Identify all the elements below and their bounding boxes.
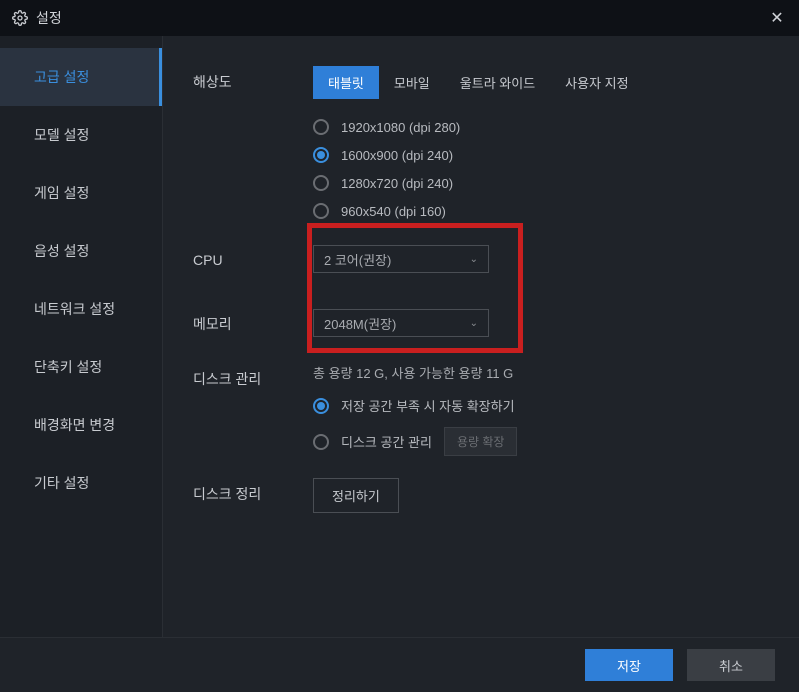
titlebar-left: 설정 (12, 8, 62, 28)
gear-icon (12, 10, 28, 26)
sidebar-item-label: 모델 설정 (34, 125, 89, 145)
resolution-option-1080[interactable]: 1920x1080 (dpi 280) (313, 119, 759, 135)
radio-label: 1280x720 (dpi 240) (341, 176, 453, 191)
radio-icon (313, 434, 329, 450)
memory-controls: 2048M(권장) ⌄ (313, 305, 489, 337)
radio-label: 디스크 공간 관리 (341, 432, 432, 451)
sidebar-item-advanced[interactable]: 고급 설정 (0, 48, 162, 106)
sidebar-item-other[interactable]: 기타 설정 (0, 454, 162, 512)
memory-label: 메모리 (193, 308, 313, 334)
disk-option-manage-row: 디스크 공간 관리 용량 확장 (313, 427, 759, 456)
cpu-select[interactable]: 2 코어(권장) ⌄ (313, 245, 489, 273)
tab-mobile[interactable]: 모바일 (379, 66, 445, 99)
sidebar-item-label: 배경화면 변경 (34, 415, 115, 435)
memory-select-value: 2048M(권장) (324, 314, 396, 333)
memory-row: 메모리 2048M(권장) ⌄ (193, 305, 759, 337)
disk-info: 총 용량 12 G, 사용 가능한 용량 11 G (313, 363, 759, 382)
radio-label: 960x540 (dpi 160) (341, 204, 446, 219)
cpu-select-value: 2 코어(권장) (324, 250, 391, 269)
tab-ultrawide[interactable]: 울트라 와이드 (445, 66, 550, 99)
resolution-tabs: 태블릿 모바일 울트라 와이드 사용자 지정 (313, 66, 759, 99)
cpu-label: CPU (193, 246, 313, 268)
close-button[interactable]: ✕ (767, 8, 787, 28)
resolution-option-540[interactable]: 960x540 (dpi 160) (313, 203, 759, 219)
sidebar-item-wallpaper[interactable]: 배경화면 변경 (0, 396, 162, 454)
cancel-button[interactable]: 취소 (687, 649, 775, 681)
sidebar-item-audio[interactable]: 음성 설정 (0, 222, 162, 280)
sidebar-item-label: 네트워크 설정 (34, 299, 115, 319)
disk-option-autoexpand[interactable]: 저장 공간 부족 시 자동 확장하기 (313, 396, 759, 415)
tab-tablet[interactable]: 태블릿 (313, 66, 379, 99)
radio-icon (313, 175, 329, 191)
save-button[interactable]: 저장 (585, 649, 673, 681)
titlebar: 설정 ✕ (0, 0, 799, 36)
memory-select[interactable]: 2048M(권장) ⌄ (313, 309, 489, 337)
sidebar-item-label: 기타 설정 (34, 473, 89, 493)
cleanup-row: 디스크 정리 정리하기 (193, 478, 759, 513)
sidebar: 고급 설정 모델 설정 게임 설정 음성 설정 네트워크 설정 단축키 설정 배… (0, 36, 163, 637)
radio-icon (313, 203, 329, 219)
window-title: 설정 (36, 8, 62, 28)
cpu-row: CPU 2 코어(권장) ⌄ (193, 241, 759, 273)
radio-icon (313, 119, 329, 135)
cleanup-label: 디스크 정리 (193, 478, 313, 504)
sidebar-item-label: 음성 설정 (34, 241, 89, 261)
sidebar-item-model[interactable]: 모델 설정 (0, 106, 162, 164)
resolution-row: 해상도 태블릿 모바일 울트라 와이드 사용자 지정 1920x1080 (dp… (193, 66, 759, 219)
disk-option-manage[interactable]: 디스크 공간 관리 (313, 432, 432, 451)
sidebar-item-label: 게임 설정 (34, 183, 89, 203)
tab-custom[interactable]: 사용자 지정 (550, 66, 643, 99)
main-panel: 해상도 태블릿 모바일 울트라 와이드 사용자 지정 1920x1080 (dp… (163, 36, 799, 637)
radio-label: 1600x900 (dpi 240) (341, 148, 453, 163)
body: 고급 설정 모델 설정 게임 설정 음성 설정 네트워크 설정 단축키 설정 배… (0, 36, 799, 637)
radio-icon (313, 147, 329, 163)
footer: 저장 취소 (0, 637, 799, 692)
cpu-memory-section: CPU 2 코어(권장) ⌄ 메모리 2048M(권장) ⌄ (193, 241, 759, 337)
radio-label: 1920x1080 (dpi 280) (341, 120, 460, 135)
sidebar-item-shortcut[interactable]: 단축키 설정 (0, 338, 162, 396)
cleanup-controls: 정리하기 (313, 478, 759, 513)
disk-options: 저장 공간 부족 시 자동 확장하기 디스크 공간 관리 용량 확장 (313, 396, 759, 456)
sidebar-item-network[interactable]: 네트워크 설정 (0, 280, 162, 338)
resolution-label: 해상도 (193, 66, 313, 92)
cleanup-button[interactable]: 정리하기 (313, 478, 399, 513)
sidebar-item-game[interactable]: 게임 설정 (0, 164, 162, 222)
cpu-controls: 2 코어(권장) ⌄ (313, 241, 489, 273)
expand-capacity-button[interactable]: 용량 확장 (444, 427, 518, 456)
settings-window: 설정 ✕ 고급 설정 모델 설정 게임 설정 음성 설정 네트워크 설정 단축키… (0, 0, 799, 692)
disk-row: 디스크 관리 총 용량 12 G, 사용 가능한 용량 11 G 저장 공간 부… (193, 363, 759, 456)
resolution-controls: 태블릿 모바일 울트라 와이드 사용자 지정 1920x1080 (dpi 28… (313, 66, 759, 219)
sidebar-item-label: 고급 설정 (34, 67, 89, 87)
chevron-down-icon: ⌄ (470, 254, 478, 265)
disk-controls: 총 용량 12 G, 사용 가능한 용량 11 G 저장 공간 부족 시 자동 … (313, 363, 759, 456)
disk-label: 디스크 관리 (193, 363, 313, 389)
radio-icon (313, 398, 329, 414)
resolution-option-900[interactable]: 1600x900 (dpi 240) (313, 147, 759, 163)
sidebar-item-label: 단축키 설정 (34, 357, 102, 377)
chevron-down-icon: ⌄ (470, 318, 478, 329)
radio-label: 저장 공간 부족 시 자동 확장하기 (341, 396, 515, 415)
resolution-options: 1920x1080 (dpi 280) 1600x900 (dpi 240) 1… (313, 119, 759, 219)
resolution-option-720[interactable]: 1280x720 (dpi 240) (313, 175, 759, 191)
